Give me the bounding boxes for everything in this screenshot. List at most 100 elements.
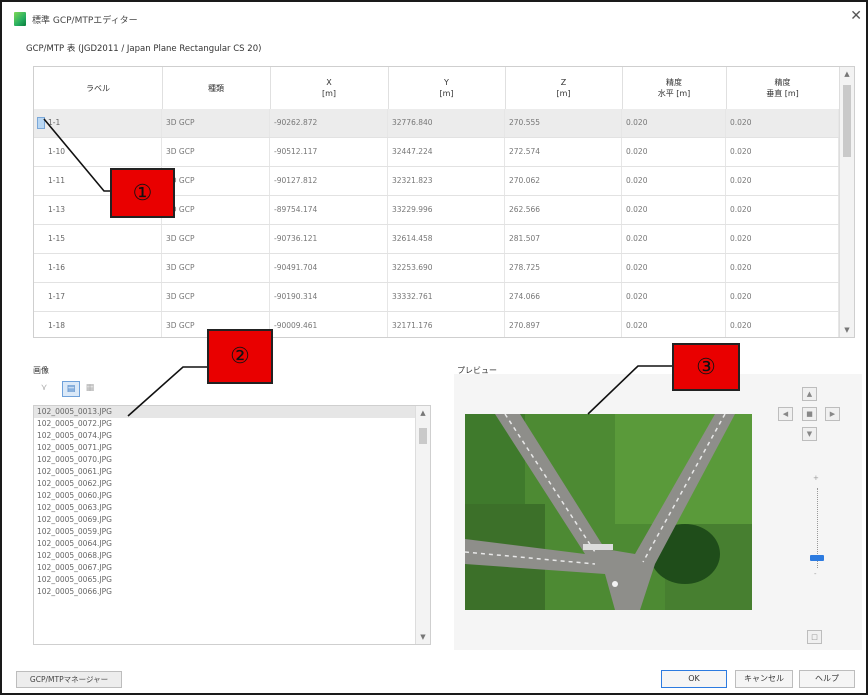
list-item[interactable]: 102_0005_0067.JPG bbox=[34, 562, 430, 574]
table-cell-y: 33229.996 bbox=[388, 196, 505, 224]
filter-icon[interactable]: ⋎ bbox=[36, 381, 52, 395]
table-cell-h: 0.020 bbox=[622, 283, 726, 311]
row-select-marker[interactable] bbox=[37, 175, 45, 187]
table-cell-v: 0.020 bbox=[726, 109, 839, 137]
table-cell-type: 3D GCP bbox=[162, 167, 270, 195]
table-cell-z: 270.897 bbox=[505, 312, 622, 337]
table-cell-label: 1-17 bbox=[34, 283, 162, 311]
list-item[interactable]: 102_0005_0071.JPG bbox=[34, 442, 430, 454]
row-select-marker[interactable] bbox=[37, 204, 45, 216]
scroll-thumb[interactable] bbox=[419, 428, 427, 444]
ok-button[interactable]: OK bbox=[661, 670, 727, 688]
table-cell-z: 274.066 bbox=[505, 283, 622, 311]
list-view-icon[interactable]: ▤ bbox=[62, 381, 80, 397]
scroll-up-icon[interactable]: ▲ bbox=[419, 408, 427, 418]
table-row[interactable]: 1-10 3D GCP -90512.117 32447.224 272.574 0.02… bbox=[34, 138, 839, 167]
table-cell-x: -90262.872 bbox=[270, 109, 388, 137]
table-header: ラベル 種類 X [m] Y [m] Z [m] 精度 水平 [m] 精度 垂直… bbox=[34, 67, 840, 110]
table-cell-h: 0.020 bbox=[622, 138, 726, 166]
table-cell-y: 33332.761 bbox=[388, 283, 505, 311]
table-cell-v: 0.020 bbox=[726, 167, 839, 195]
table-cell-z: 278.725 bbox=[505, 254, 622, 282]
table-cell-v: 0.020 bbox=[726, 312, 839, 337]
table-cell-h: 0.020 bbox=[622, 312, 726, 337]
list-item[interactable]: 102_0005_0061.JPG bbox=[34, 466, 430, 478]
list-item[interactable]: 102_0005_0070.JPG bbox=[34, 454, 430, 466]
title-bar: 標準 GCP/MTPエディター ✕ bbox=[2, 2, 866, 36]
list-item[interactable]: 102_0005_0013.JPG bbox=[34, 406, 430, 418]
list-item[interactable]: 102_0005_0066.JPG bbox=[34, 586, 430, 598]
scroll-thumb[interactable] bbox=[843, 85, 851, 157]
row-select-marker[interactable] bbox=[37, 146, 45, 158]
grid-view-icon[interactable]: ▦ bbox=[82, 381, 98, 395]
table-cell-z: 270.555 bbox=[505, 109, 622, 137]
gcp-manager-button[interactable]: GCP/MTPマネージャー bbox=[16, 671, 122, 688]
table-scrollbar[interactable]: ▲ ▼ bbox=[839, 67, 854, 337]
scroll-down-icon[interactable]: ▼ bbox=[419, 632, 427, 642]
image-list-items: 102_0005_0013.JPG 102_0005_0072.JPG 102_00… bbox=[34, 406, 430, 598]
table-row[interactable]: 1-16 3D GCP -90491.704 32253.690 278.725 0.02… bbox=[34, 254, 839, 283]
table-cell-label: 1-16 bbox=[34, 254, 162, 282]
list-item[interactable]: 102_0005_0068.JPG bbox=[34, 550, 430, 562]
help-button[interactable]: ヘルプ bbox=[799, 670, 855, 688]
zoom-in-label: + bbox=[813, 474, 819, 482]
column-header-type[interactable]: 種類 bbox=[162, 67, 271, 109]
table-cell-v: 0.020 bbox=[726, 225, 839, 253]
row-select-marker[interactable] bbox=[37, 291, 45, 303]
column-header-z[interactable]: Z [m] bbox=[505, 67, 623, 109]
nav-center-icon[interactable]: ■ bbox=[802, 407, 817, 421]
preview-image[interactable] bbox=[465, 414, 752, 610]
row-select-marker[interactable] bbox=[37, 233, 45, 245]
list-item[interactable]: 102_0005_0064.JPG bbox=[34, 538, 430, 550]
column-header-horizontal-accuracy[interactable]: 精度 水平 [m] bbox=[622, 67, 727, 109]
table-cell-h: 0.020 bbox=[622, 254, 726, 282]
table-row[interactable]: 1-1 3D GCP -90262.872 32776.840 270.555 0.020… bbox=[34, 109, 839, 138]
list-item[interactable]: 102_0005_0063.JPG bbox=[34, 502, 430, 514]
image-list-scrollbar[interactable]: ▲ ▼ bbox=[415, 406, 430, 644]
column-header-vertical-accuracy[interactable]: 精度 垂直 [m] bbox=[726, 67, 840, 109]
callout-3: ③ bbox=[672, 343, 740, 391]
column-header-y[interactable]: Y [m] bbox=[388, 67, 506, 109]
table-cell-v: 0.020 bbox=[726, 283, 839, 311]
list-item[interactable]: 102_0005_0074.JPG bbox=[34, 430, 430, 442]
nav-down-icon[interactable]: ▼ bbox=[802, 427, 817, 441]
scroll-up-icon[interactable]: ▲ bbox=[843, 69, 851, 79]
table-cell-v: 0.020 bbox=[726, 196, 839, 224]
list-item[interactable]: 102_0005_0062.JPG bbox=[34, 478, 430, 490]
table-cell-label: 1-18 bbox=[34, 312, 162, 337]
row-select-marker[interactable] bbox=[37, 320, 45, 332]
table-cell-label: 1-1 bbox=[34, 109, 162, 137]
scroll-down-icon[interactable]: ▼ bbox=[843, 325, 851, 335]
table-cell-y: 32447.224 bbox=[388, 138, 505, 166]
table-cell-x: -89754.174 bbox=[270, 196, 388, 224]
images-label: 画像 bbox=[33, 366, 49, 375]
nav-left-icon[interactable]: ◀ bbox=[778, 407, 793, 421]
image-list: 102_0005_0013.JPG 102_0005_0072.JPG 102_00… bbox=[33, 405, 431, 645]
table-row[interactable]: 1-15 3D GCP -90736.121 32614.458 281.507 0.02… bbox=[34, 225, 839, 254]
row-select-marker[interactable] bbox=[37, 262, 45, 274]
column-header-x[interactable]: X [m] bbox=[270, 67, 389, 109]
table-cell-x: -90190.314 bbox=[270, 283, 388, 311]
table-row[interactable]: 1-18 3D GCP -90009.461 32171.176 270.897 0.02… bbox=[34, 312, 839, 337]
nav-right-icon[interactable]: ▶ bbox=[825, 407, 840, 421]
list-item[interactable]: 102_0005_0059.JPG bbox=[34, 526, 430, 538]
list-item[interactable]: 102_0005_0069.JPG bbox=[34, 514, 430, 526]
close-icon[interactable]: ✕ bbox=[850, 8, 862, 24]
callout-2: ② bbox=[207, 329, 273, 384]
table-cell-v: 0.020 bbox=[726, 138, 839, 166]
table-cell-type: 3D GCP bbox=[162, 138, 270, 166]
table-cell-type: 3D GCP bbox=[162, 283, 270, 311]
zoom-out-label: - bbox=[814, 570, 817, 578]
reset-view-icon[interactable]: □ bbox=[807, 630, 822, 644]
table-row[interactable]: 1-17 3D GCP -90190.314 33332.761 274.066 0.02… bbox=[34, 283, 839, 312]
row-select-marker[interactable] bbox=[37, 117, 45, 129]
table-cell-label: 1-10 bbox=[34, 138, 162, 166]
cancel-button[interactable]: キャンセル bbox=[735, 670, 793, 688]
column-header-label[interactable]: ラベル bbox=[34, 67, 163, 109]
list-item[interactable]: 102_0005_0060.JPG bbox=[34, 490, 430, 502]
list-item[interactable]: 102_0005_0072.JPG bbox=[34, 418, 430, 430]
list-item[interactable]: 102_0005_0065.JPG bbox=[34, 574, 430, 586]
zoom-slider-handle[interactable] bbox=[810, 555, 824, 561]
table-cell-label: 1-15 bbox=[34, 225, 162, 253]
nav-up-icon[interactable]: ▲ bbox=[802, 387, 817, 401]
